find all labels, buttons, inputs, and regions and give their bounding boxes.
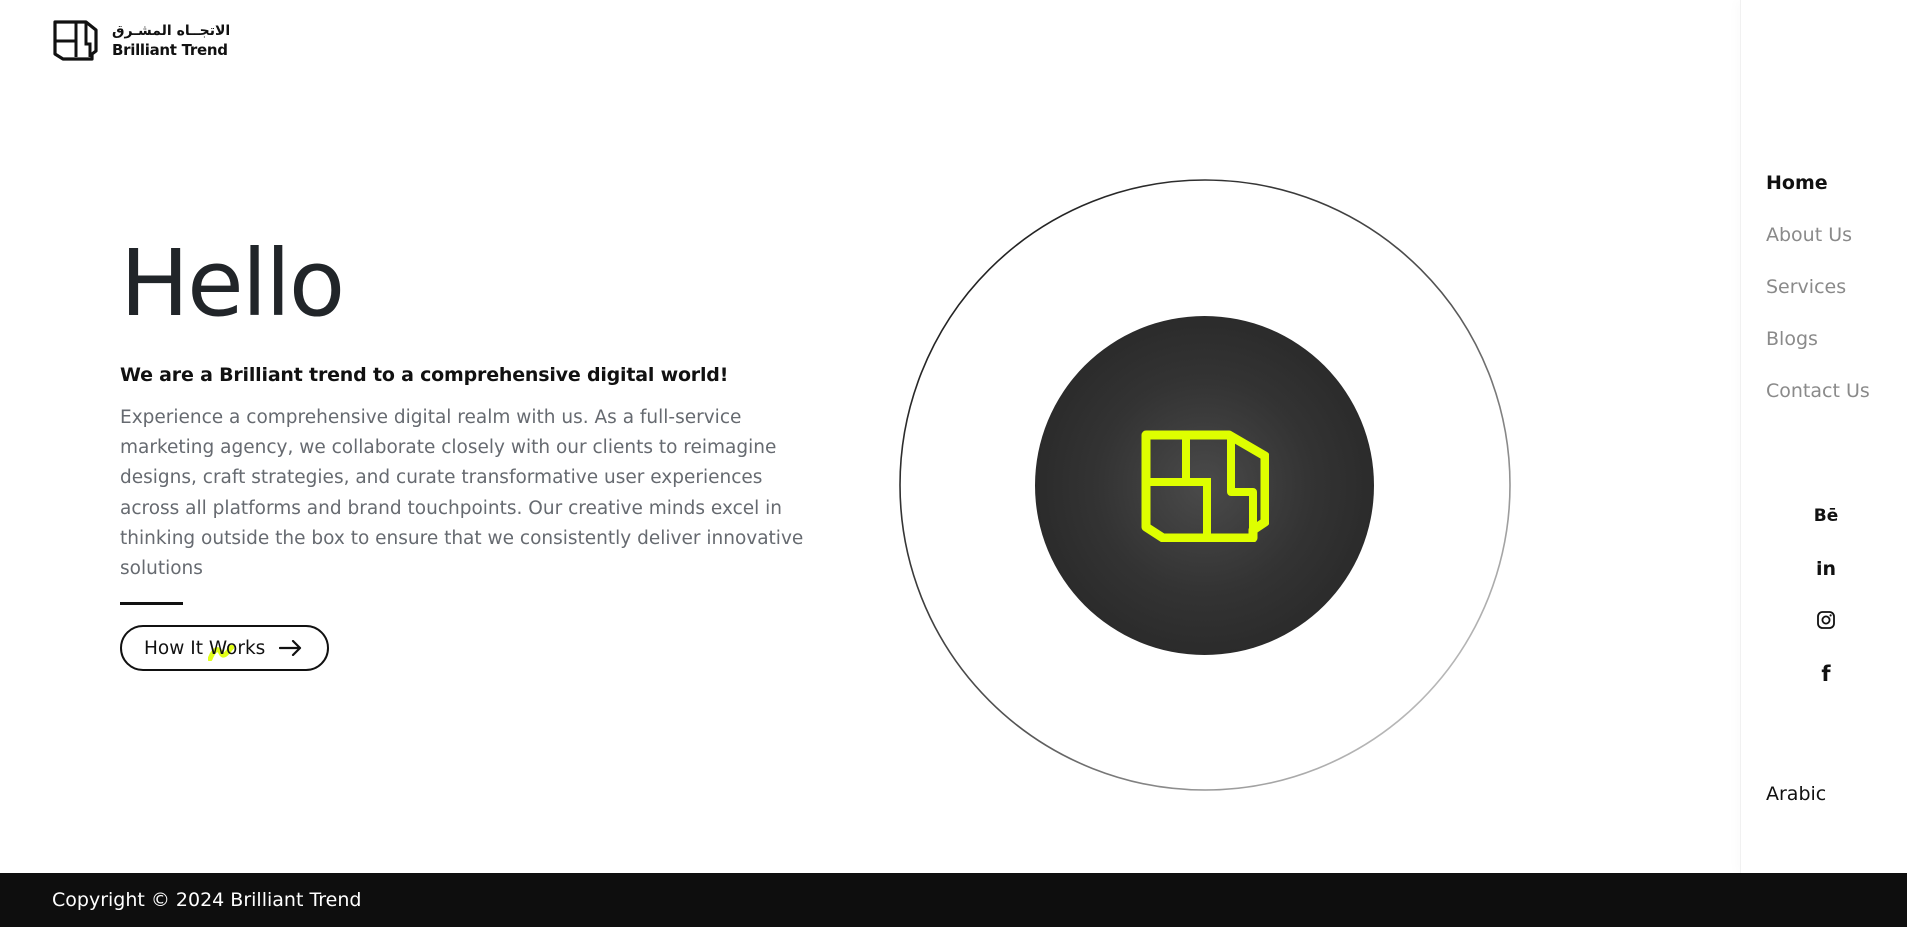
brand-wordmark: الاتجــاه المشـرق Brilliant Trend bbox=[112, 24, 230, 58]
hero-divider bbox=[120, 602, 183, 606]
how-it-works-label: How It Works bbox=[144, 637, 266, 661]
hero-subtitle: We are a Brilliant trend to a comprehens… bbox=[120, 364, 729, 386]
hero-logo-disc bbox=[1035, 316, 1374, 655]
right-sidebar: Home About Us Services Blogs Contact Us … bbox=[1740, 0, 1907, 873]
social-links: Bē in f bbox=[1811, 503, 1841, 711]
behance-icon[interactable]: Bē bbox=[1811, 503, 1841, 555]
hero-title: Hello bbox=[120, 230, 345, 337]
hero-description: Experience a comprehensive digital realm… bbox=[120, 407, 804, 580]
arrow-right-icon bbox=[279, 640, 302, 657]
copyright-text: Copyright © 2024 Brilliant Trend bbox=[52, 889, 362, 911]
main-navigation: Home About Us Services Blogs Contact Us bbox=[1766, 172, 1870, 432]
facebook-icon[interactable]: f bbox=[1811, 659, 1841, 711]
brand-logo[interactable]: الاتجــاه المشـرق Brilliant Trend bbox=[52, 18, 247, 64]
instagram-icon[interactable] bbox=[1811, 607, 1841, 659]
brand-arabic-name: الاتجــاه المشـرق bbox=[112, 23, 231, 39]
linkedin-icon[interactable]: in bbox=[1811, 555, 1841, 607]
brilliant-trend-logo-icon bbox=[1141, 430, 1269, 542]
brand-english-name: Brilliant Trend bbox=[112, 41, 228, 59]
nav-item-contact-us[interactable]: Contact Us bbox=[1766, 380, 1870, 432]
how-it-works-button[interactable]: How It Works bbox=[120, 625, 329, 672]
nav-item-blogs[interactable]: Blogs bbox=[1766, 328, 1870, 380]
nav-item-about-us[interactable]: About Us bbox=[1766, 224, 1870, 276]
brilliant-trend-logo-icon bbox=[53, 20, 98, 61]
nav-item-services[interactable]: Services bbox=[1766, 276, 1870, 328]
nav-item-home[interactable]: Home bbox=[1766, 172, 1870, 224]
hero-section: Hello We are a Brilliant trend to a comp… bbox=[120, 230, 810, 672]
language-switch[interactable]: Arabic bbox=[1766, 783, 1826, 805]
footer: Copyright © 2024 Brilliant Trend bbox=[0, 873, 1907, 927]
